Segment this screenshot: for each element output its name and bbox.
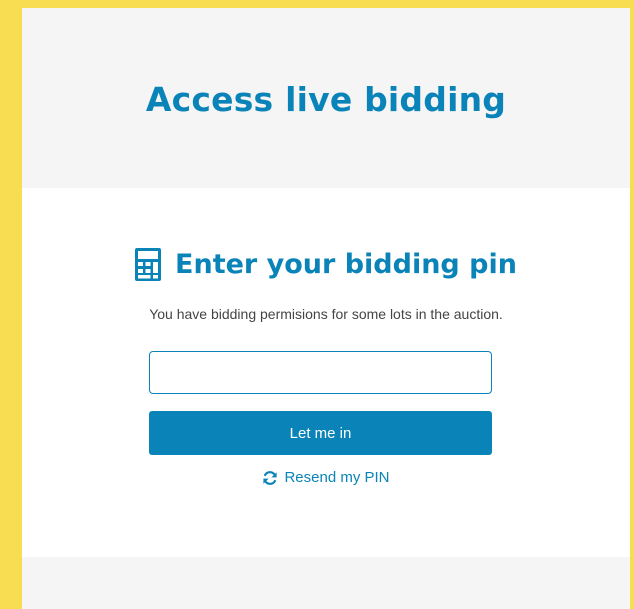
- pin-heading: Enter your bidding pin: [22, 248, 630, 281]
- resend-pin-label: Resend my PIN: [284, 469, 390, 486]
- refresh-icon: [262, 470, 278, 486]
- modal-title: Access live bidding: [145, 79, 507, 119]
- modal-footer: [22, 557, 630, 609]
- calculator-icon: [135, 248, 162, 281]
- modal-header: Access live bidding: [22, 8, 630, 188]
- live-bidding-modal: Access live bidding Enter your bidding p…: [22, 8, 630, 609]
- pin-input[interactable]: [149, 351, 492, 394]
- let-me-in-button[interactable]: Let me in: [149, 411, 492, 455]
- pin-description: You have bidding permisions for some lot…: [149, 306, 503, 322]
- resend-pin-link[interactable]: Resend my PIN: [22, 469, 630, 486]
- pin-form: Enter your bidding pin You have bidding …: [22, 188, 630, 557]
- pin-heading-text: Enter your bidding pin: [175, 249, 517, 280]
